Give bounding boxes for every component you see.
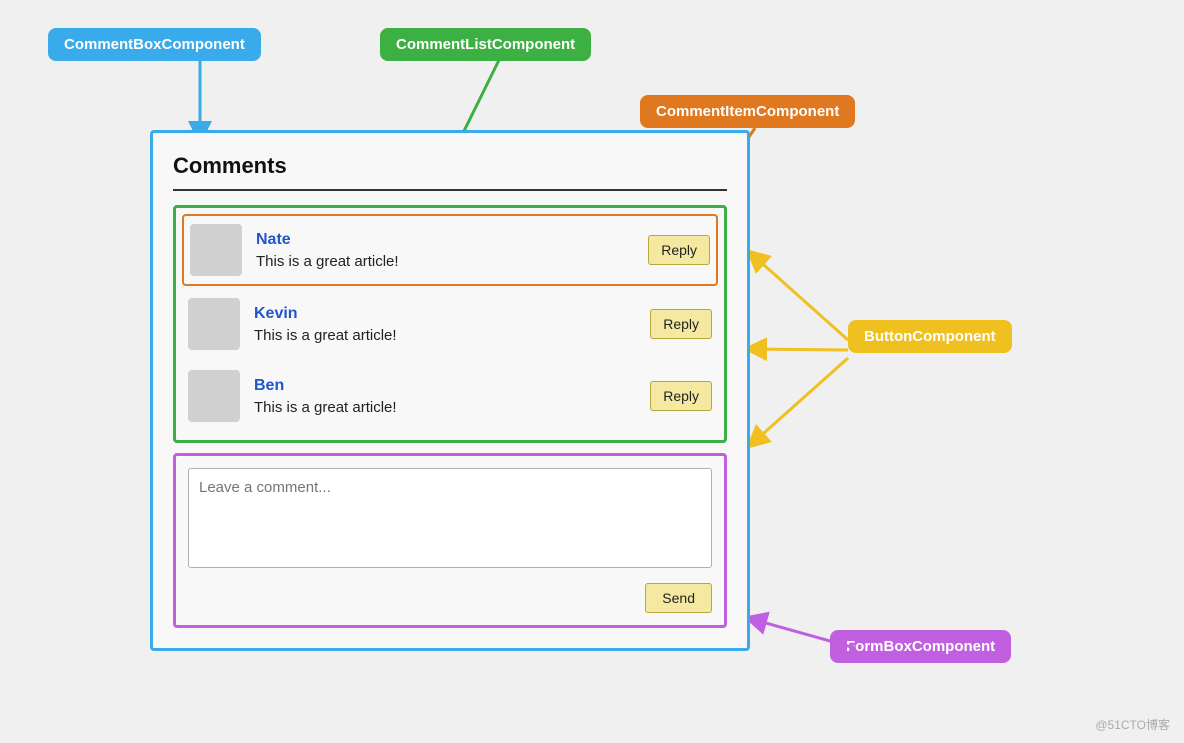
comment-textarea[interactable] [188, 468, 712, 568]
comment-text: This is a great article! [254, 327, 650, 344]
title-divider [173, 189, 727, 191]
comment-item: Nate This is a great article! Reply [182, 214, 718, 286]
avatar [188, 370, 240, 422]
comment-item: Kevin This is a great article! Reply [182, 290, 718, 358]
avatar [188, 298, 240, 350]
comment-box-label: CommentBoxComponent [48, 28, 261, 61]
comment-list-component: Nate This is a great article! Reply Kevi… [173, 205, 727, 443]
avatar [190, 224, 242, 276]
comment-content: Ben This is a great article! [254, 377, 650, 416]
comment-item-label: CommentItemComponent [640, 95, 855, 128]
comments-title: Comments [173, 153, 727, 179]
form-box-label: FormBoxComponent [830, 630, 1011, 663]
comment-list-label: CommentListComponent [380, 28, 591, 61]
comment-content: Kevin This is a great article! [254, 305, 650, 344]
reply-button[interactable]: Reply [650, 309, 712, 339]
comment-item: Ben This is a great article! Reply [182, 362, 718, 430]
comment-author: Nate [256, 231, 648, 249]
comment-content: Nate This is a great article! [256, 231, 648, 270]
send-button[interactable]: Send [645, 583, 712, 613]
comment-text: This is a great article! [254, 399, 650, 416]
send-row: Send [188, 583, 712, 613]
watermark: @51CTO博客 [1095, 716, 1170, 733]
comment-box-component: Comments Nate This is a great article! R… [150, 130, 750, 651]
reply-button[interactable]: Reply [648, 235, 710, 265]
comment-author: Ben [254, 377, 650, 395]
form-box-component: Send [173, 453, 727, 628]
reply-button[interactable]: Reply [650, 381, 712, 411]
comment-text: This is a great article! [256, 253, 648, 270]
button-component-label: ButtonComponent [848, 320, 1012, 353]
comment-author: Kevin [254, 305, 650, 323]
